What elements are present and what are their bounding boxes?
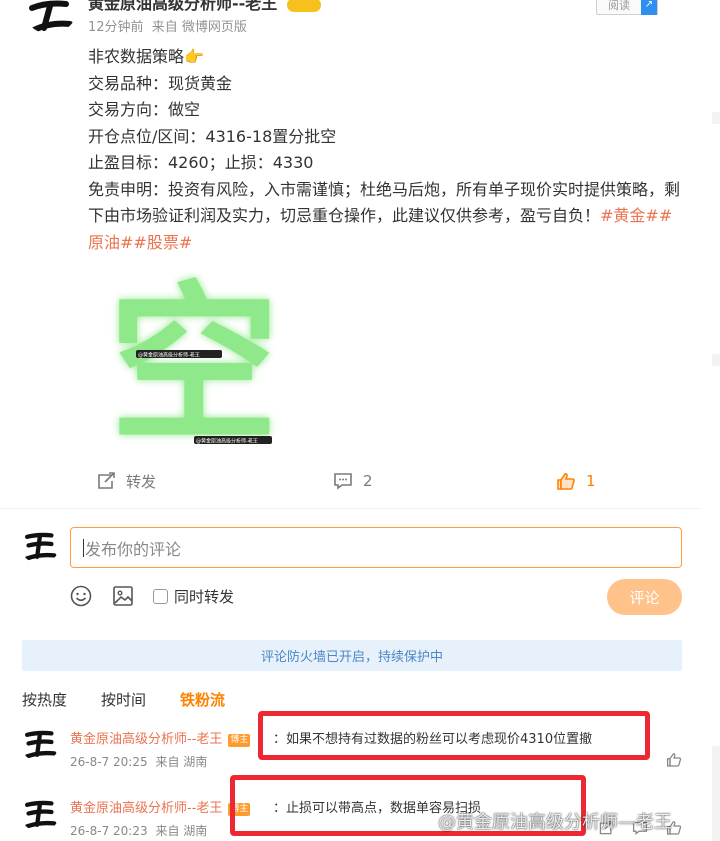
comment-like-icon[interactable] xyxy=(666,752,682,772)
read-label: 阅读 xyxy=(608,0,630,12)
comment-time: 26-8-7 20:23 xyxy=(70,824,148,838)
also-repost-label: 同时转发 xyxy=(174,588,235,606)
image-watermark: @黄金原油高级分析师-老王 xyxy=(196,438,258,445)
image-upload-icon[interactable] xyxy=(112,585,134,611)
image-watermark: @黄金原油高级分析师-老王 xyxy=(138,352,200,359)
right-panel-edge xyxy=(712,0,720,841)
divider xyxy=(0,508,700,509)
firewall-text: 评论防火墙已开启，持续保护中 xyxy=(260,650,443,665)
comment-author[interactable]: 黄金原油高级分析师--老王 博主 xyxy=(70,728,251,747)
repost-label: 转发 xyxy=(126,472,157,491)
image-glyph: 空 xyxy=(109,267,279,460)
submit-comment-button[interactable]: 评论 xyxy=(607,579,682,615)
tab-sort-hot[interactable]: 按热度 xyxy=(22,689,67,710)
read-count-badge[interactable]: 阅读 ↗ xyxy=(596,0,658,15)
commenter-avatar[interactable] xyxy=(20,792,60,832)
like-button[interactable]: 1 xyxy=(556,470,596,492)
image-watermark: @黄金原油高级分析师—老王 xyxy=(438,812,672,833)
post-source: 来自 微博网页版 xyxy=(151,20,247,35)
post-line: 非农数据策略👉 xyxy=(88,47,204,66)
post-line: 交易品种：现货黄金 xyxy=(88,73,233,93)
disclaimer-text: 免责申明：投资有风险，入市需谨慎；杜绝马后炮，所有单子现价实时提供策略，剩下由市… xyxy=(88,179,681,226)
read-chart-icon: ↗ xyxy=(641,0,657,15)
checkbox-box[interactable] xyxy=(153,589,168,604)
firewall-notice: 评论防火墙已开启，持续保护中 xyxy=(22,640,682,671)
repost-button[interactable]: 转发 xyxy=(96,470,156,492)
comment-placeholder: 发布你的评论 xyxy=(85,539,182,559)
comment-source: 来自 湖南 xyxy=(155,755,208,769)
submit-label: 评论 xyxy=(629,588,660,607)
comment-meta: 26-8-7 20:25 来自 湖南 xyxy=(70,753,207,770)
author-avatar[interactable] xyxy=(22,0,78,34)
text-caret xyxy=(83,538,84,557)
also-repost-checkbox[interactable]: 同时转发 xyxy=(153,586,234,607)
like-count: 1 xyxy=(586,472,596,490)
blogger-badge: 博主 xyxy=(228,734,251,747)
post-meta: 12分钟前 来自 微博网页版 xyxy=(88,16,247,35)
post-body: 非农数据策略👉 交易品种：现货黄金 交易方向：做空 开仓点位/区间：4316-1… xyxy=(88,44,688,256)
comment-icon xyxy=(334,473,352,490)
emoji-icon[interactable] xyxy=(70,585,92,611)
comment-author-name[interactable]: 黄金原油高级分析师--老王 xyxy=(70,732,222,747)
post-image[interactable]: 空 @黄金原油高级分析师-老王 @黄金原油高级分析师-老王 xyxy=(96,264,292,465)
post-disclaimer: 免责申明：投资有风险，入市需谨慎；杜绝马后炮，所有单子现价实时提供策略，剩下由市… xyxy=(88,177,688,257)
comment-author[interactable]: 黄金原油高级分析师--老王 博主 xyxy=(70,797,251,816)
comment-source: 来自 湖南 xyxy=(155,824,208,838)
comment-button[interactable]: 2 xyxy=(333,470,373,492)
current-user-avatar[interactable] xyxy=(20,524,60,564)
tab-sort-time[interactable]: 按时间 xyxy=(101,689,146,710)
post-time[interactable]: 12分钟前 xyxy=(88,20,144,35)
comment-input[interactable]: 发布你的评论 xyxy=(70,527,682,568)
comment-time: 26-8-7 20:25 xyxy=(70,755,148,769)
comment-author-name[interactable]: 黄金原油高级分析师--老王 xyxy=(70,801,222,816)
repost-icon xyxy=(98,472,115,489)
post-line: 开仓点位/区间：4316-18置分批空 xyxy=(88,126,337,146)
post-line: 止盈目标：4260；止损：4330 xyxy=(88,153,314,172)
tab-sort-fans[interactable]: 铁粉流 xyxy=(180,689,225,710)
comment-meta: 26-8-7 20:23 来自 湖南 xyxy=(70,822,207,839)
thumbs-up-icon xyxy=(557,472,575,490)
comment-text: ：如果不想持有过数据的粉丝可以考虑现价4310位置撤 xyxy=(273,732,593,747)
post-line: 交易方向：做空 xyxy=(88,100,201,119)
commenter-avatar[interactable] xyxy=(20,722,60,762)
comment-count: 2 xyxy=(363,472,373,490)
author-name-text[interactable]: 黄金原油高级分析师--老王 xyxy=(88,0,277,13)
vip-badge xyxy=(286,0,321,12)
author-name[interactable]: 黄金原油高级分析师--老王 xyxy=(88,0,321,14)
